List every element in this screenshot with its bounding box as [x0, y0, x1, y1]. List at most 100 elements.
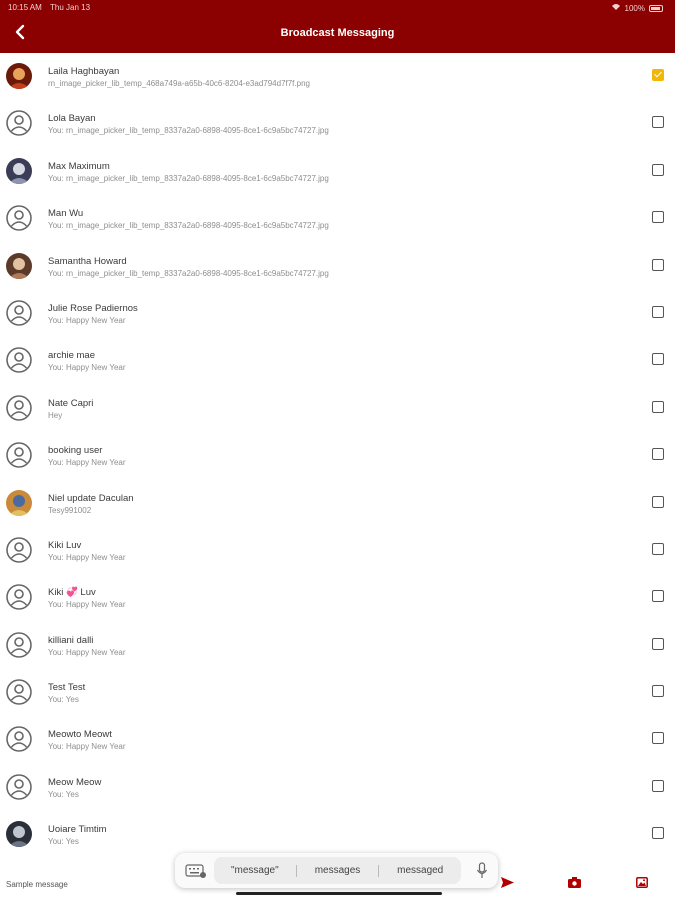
suggestion-word[interactable]: messages: [297, 865, 379, 876]
battery-percent: 100%: [624, 3, 645, 13]
camera-button[interactable]: [566, 876, 582, 892]
gallery-icon: [636, 875, 648, 893]
avatar: [6, 489, 32, 516]
suggestion-list: "message" messages messaged: [214, 857, 461, 884]
contact-name: Meowto Meowt: [48, 729, 112, 741]
message-preview: You: rn_image_picker_lib_temp_8337a2a0-6…: [48, 221, 329, 231]
contact-row[interactable]: Man Wu You: rn_image_picker_lib_temp_8337…: [0, 195, 675, 242]
select-checkbox[interactable]: [652, 542, 664, 555]
message-preview: You: Yes: [48, 695, 79, 705]
select-checkbox[interactable]: [652, 827, 664, 840]
page-title: Broadcast Messaging: [280, 27, 395, 39]
keyboard-icon[interactable]: [185, 863, 207, 879]
contact-name: Meow Meow: [48, 776, 102, 788]
default-avatar-icon: [6, 110, 32, 137]
contact-name: Max Maximum: [48, 160, 110, 172]
contact-name: Niel update Daculan: [48, 492, 134, 504]
status-time: 10:15 AM: [8, 3, 42, 12]
contact-list: Laila Haghbayan rn_image_picker_lib_temp_…: [0, 53, 675, 859]
contact-row[interactable]: Meowto Meowt You: Happy New Year: [0, 716, 675, 763]
suggestion-word[interactable]: "message": [214, 865, 296, 876]
contact-name: Uoiare Timtim: [48, 824, 107, 836]
message-preview: You: Yes: [48, 837, 79, 847]
contact-name: Samantha Howard: [48, 255, 127, 267]
select-checkbox[interactable]: [652, 163, 664, 176]
select-checkbox[interactable]: [652, 400, 664, 413]
contact-row[interactable]: booking user You: Happy New Year: [0, 432, 675, 479]
contact-row[interactable]: Nate Capri Hey: [0, 385, 675, 432]
message-preview: Tesy991002: [48, 505, 92, 515]
select-checkbox[interactable]: [652, 685, 664, 698]
send-icon: [500, 875, 514, 893]
contact-row[interactable]: archie mae You: Happy New Year: [0, 337, 675, 384]
wifi-icon: [611, 3, 621, 13]
contact-name: Test Test: [48, 682, 86, 694]
select-checkbox[interactable]: [652, 590, 664, 603]
message-preview: You: Happy New Year: [48, 458, 126, 468]
contact-row[interactable]: Kiki 💞 Luv You: Happy New Year: [0, 574, 675, 621]
contact-row[interactable]: Kiki Luv You: Happy New Year: [0, 527, 675, 574]
message-preview: You: Happy New Year: [48, 647, 126, 657]
message-preview: You: Yes: [48, 789, 79, 799]
contact-row[interactable]: Samantha Howard You: rn_image_picker_lib_…: [0, 243, 675, 290]
contact-name: killiani dalli: [48, 634, 94, 646]
default-avatar-icon: [6, 394, 32, 421]
contact-name: Nate Capri: [48, 397, 94, 409]
status-date: Thu Jan 13: [50, 3, 91, 12]
contact-row[interactable]: Test Test You: Yes: [0, 669, 675, 716]
contact-row[interactable]: killiani dalli You: Happy New Year: [0, 622, 675, 669]
suggestion-word[interactable]: messaged: [379, 865, 461, 876]
select-checkbox[interactable]: [652, 211, 664, 224]
message-input[interactable]: [6, 877, 176, 891]
select-checkbox[interactable]: [652, 258, 664, 271]
select-checkbox[interactable]: [652, 732, 664, 745]
select-checkbox[interactable]: [652, 116, 664, 129]
contact-row[interactable]: Laila Haghbayan rn_image_picker_lib_temp_…: [0, 53, 675, 100]
contact-row[interactable]: Uoiare Timtim You: Yes: [0, 811, 675, 858]
contact-row[interactable]: Meow Meow You: Yes: [0, 764, 675, 811]
contact-name: archie mae: [48, 350, 95, 362]
contact-name: Julie Rose Padiernos: [48, 302, 138, 314]
contact-row[interactable]: Max Maximum You: rn_image_picker_lib_temp…: [0, 148, 675, 195]
contact-name: booking user: [48, 445, 103, 457]
default-avatar-icon: [6, 584, 32, 611]
avatar: [6, 63, 32, 89]
send-button[interactable]: [499, 876, 515, 892]
keyboard-suggestion-bar: "message" messages messaged: [175, 853, 498, 888]
select-checkbox[interactable]: [652, 353, 664, 366]
message-preview: Hey: [48, 410, 63, 420]
avatar: [6, 157, 32, 184]
select-checkbox[interactable]: [652, 495, 664, 508]
message-preview: You: Happy New Year: [48, 315, 126, 325]
message-preview: You: Happy New Year: [48, 552, 126, 562]
contact-name: Kiki Luv: [48, 539, 82, 551]
status-bar: 10:15 AM Thu Jan 13 100%: [0, 0, 675, 16]
select-checkbox[interactable]: [652, 637, 664, 650]
message-preview: You: rn_image_picker_lib_temp_8337a2a0-6…: [48, 268, 329, 278]
message-preview: rn_image_picker_lib_temp_468a749a-a65b-4…: [48, 79, 310, 88]
message-preview: You: Happy New Year: [48, 742, 126, 752]
contact-name: Lola Bayan: [48, 113, 96, 125]
contact-row[interactable]: Niel update Daculan Tesy991002: [0, 480, 675, 527]
select-checkbox[interactable]: [652, 305, 664, 318]
contact-name: Man Wu: [48, 208, 84, 220]
contact-row[interactable]: Julie Rose Padiernos You: Happy New Year: [0, 290, 675, 337]
camera-icon: [567, 875, 581, 893]
select-checkbox[interactable]: [652, 69, 664, 81]
default-avatar-icon: [6, 774, 32, 800]
select-checkbox[interactable]: [652, 448, 664, 461]
select-checkbox[interactable]: [652, 779, 664, 792]
default-avatar-icon: [6, 631, 32, 658]
default-avatar-icon: [6, 347, 32, 374]
home-indicator: [236, 892, 442, 895]
message-preview: You: rn_image_picker_lib_temp_8337a2a0-6…: [48, 173, 329, 183]
contact-name: Kiki 💞 Luv: [48, 587, 96, 599]
battery-icon: [649, 4, 663, 12]
contact-row[interactable]: Lola Bayan You: rn_image_picker_lib_temp_…: [0, 100, 675, 147]
microphone-icon[interactable]: [476, 862, 488, 880]
gallery-button[interactable]: [634, 876, 650, 892]
default-avatar-icon: [6, 537, 32, 563]
default-avatar-icon: [6, 205, 32, 231]
default-avatar-icon: [6, 300, 32, 326]
message-preview: You: Happy New Year: [48, 600, 126, 610]
